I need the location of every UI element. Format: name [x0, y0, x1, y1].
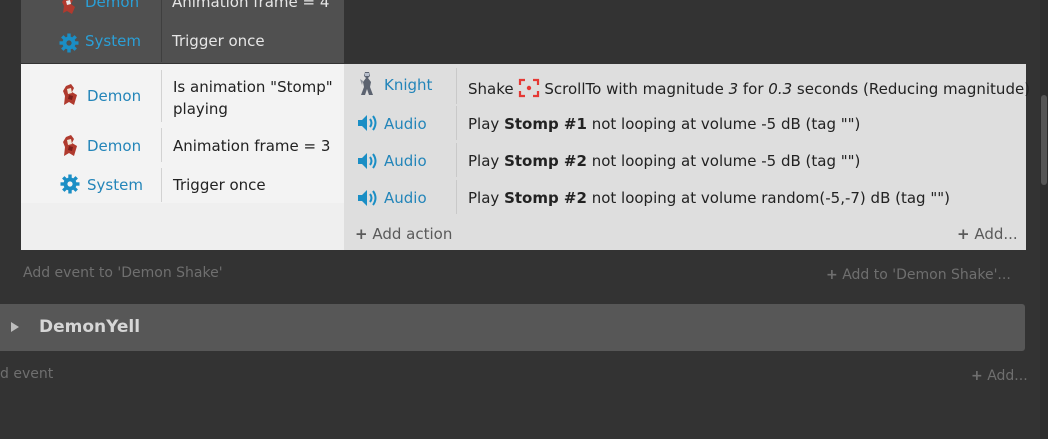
expand-triangle-icon[interactable]: [10, 321, 20, 333]
condition-object-name[interactable]: Demon: [85, 0, 139, 11]
plus-icon: +: [957, 225, 970, 243]
behavior-name: ScrollTo: [544, 80, 602, 98]
plus-icon: +: [971, 368, 983, 384]
speaker-icon: [358, 190, 377, 206]
action-text-for: for: [738, 80, 769, 98]
gear-icon: [60, 174, 80, 194]
column-divider: [456, 68, 457, 104]
column-divider: [456, 143, 457, 177]
column-divider: [161, 168, 162, 202]
previous-event[interactable]: Demon Animation frame = 4 System Trigger…: [21, 0, 344, 63]
demon-sprite-icon: [62, 0, 75, 14]
group-title: DemonYell: [39, 317, 141, 337]
action-text-prefix: Shake: [468, 80, 519, 98]
action-text-suffix: not looping at volume -5 dB (tag ""): [586, 152, 861, 170]
demon-sprite-icon: [63, 135, 77, 156]
condition-row[interactable]: Demon Animation frame = 4: [21, 0, 344, 20]
condition-object-name[interactable]: System: [87, 176, 143, 194]
add-to-group-button[interactable]: + Add to 'Demon Shake'...: [826, 267, 1011, 283]
condition-row[interactable]: System Trigger once: [21, 28, 344, 58]
sound-name: Stomp #1: [504, 115, 587, 133]
condition-text[interactable]: Is animation "Stomp" playing: [173, 76, 333, 120]
add-action-button[interactable]: + Add action: [355, 225, 452, 243]
condition-object-name[interactable]: System: [85, 32, 141, 50]
demon-sprite-icon: [63, 84, 77, 105]
column-divider: [161, 70, 162, 122]
duration-value: 0.3: [768, 80, 793, 98]
speaker-icon: [358, 153, 377, 169]
knight-sprite-icon: [360, 72, 373, 95]
add-more-label: Add...: [987, 368, 1028, 384]
action-text[interactable]: Play Stomp #2 not looping at volume -5 d…: [468, 152, 860, 170]
action-object-name[interactable]: Knight: [384, 76, 432, 94]
column-divider: [456, 106, 457, 140]
sound-name: Stomp #2: [504, 189, 587, 207]
plus-icon: +: [826, 267, 838, 283]
column-divider: [456, 180, 457, 214]
add-to-group-label: Add to 'Demon Shake'...: [842, 267, 1011, 283]
scrollto-behavior-icon: [519, 78, 540, 98]
action-text-prefix: Play: [468, 189, 505, 207]
action-text[interactable]: Play Stomp #1 not looping at volume -5 d…: [468, 115, 860, 133]
action-object-name[interactable]: Audio: [384, 115, 427, 133]
action-text-suffix: not looping at volume -5 dB (tag ""): [586, 115, 861, 133]
action-text-mid: with magnitude: [601, 80, 729, 98]
add-action-label: Add action: [372, 225, 453, 243]
condition-text[interactable]: Trigger once: [172, 32, 265, 50]
plus-icon: +: [355, 225, 368, 243]
scrollbar-thumb[interactable]: [1041, 95, 1047, 185]
action-text-suffix: seconds (Reducing magnitude): [792, 80, 1031, 98]
add-more-button[interactable]: + Add...: [957, 225, 1018, 243]
gear-icon: [59, 33, 79, 53]
add-more-label: Add...: [974, 225, 1018, 243]
magnitude-value: 3: [728, 80, 739, 98]
column-divider: [161, 128, 162, 162]
add-more-button[interactable]: + Add...: [971, 368, 1028, 384]
action-text[interactable]: Play Stomp #2 not looping at volume rand…: [468, 189, 950, 207]
action-text-suffix: not looping at volume random(-5,-7) dB (…: [586, 189, 950, 207]
sound-name: Stomp #2: [504, 152, 587, 170]
speaker-icon: [358, 115, 377, 131]
condition-text[interactable]: Trigger once: [173, 176, 266, 194]
add-event-to-group-link[interactable]: Add event to 'Demon Shake': [23, 265, 223, 281]
vertical-scrollbar[interactable]: [1040, 0, 1048, 439]
action-object-name[interactable]: Audio: [384, 152, 427, 170]
condition-object-name[interactable]: Demon: [87, 137, 141, 155]
action-text-prefix: Play: [468, 152, 505, 170]
add-event-link[interactable]: d event: [0, 366, 53, 382]
action-object-name[interactable]: Audio: [384, 189, 427, 207]
action-text-prefix: Play: [468, 115, 505, 133]
condition-text[interactable]: Animation frame = 4: [172, 0, 329, 11]
action-text[interactable]: Shake ScrollTo with magnitude 3 for 0.3 …: [468, 78, 1030, 98]
event-group-header[interactable]: DemonYell: [0, 304, 1025, 351]
condition-text[interactable]: Animation frame = 3: [173, 137, 330, 155]
condition-object-name[interactable]: Demon: [87, 87, 141, 105]
